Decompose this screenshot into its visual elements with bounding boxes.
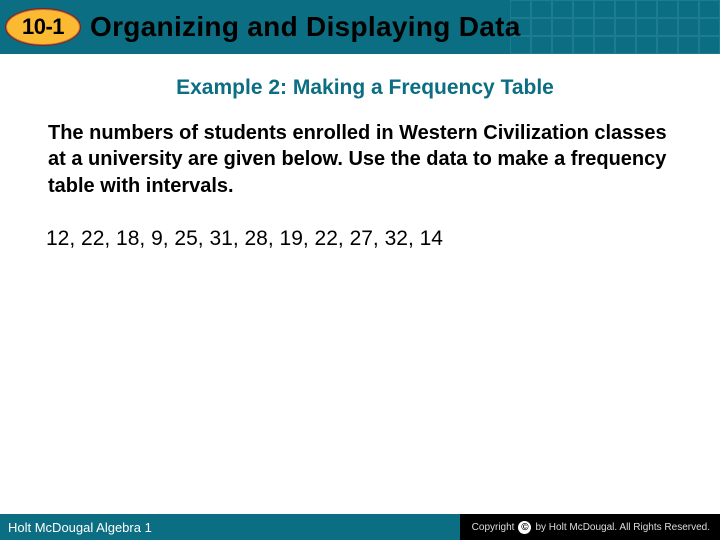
content-area: Example 2: Making a Frequency Table The …	[0, 54, 720, 251]
footer-copyright: Copyright © by Holt McDougal. All Rights…	[460, 514, 720, 540]
copyright-icon: ©	[518, 521, 531, 534]
header-bar: 10-1 Organizing and Displaying Data	[0, 0, 720, 54]
footer-book-title: Holt McDougal Algebra 1	[0, 520, 152, 535]
example-heading: Example 2: Making a Frequency Table	[44, 76, 686, 100]
footer-bar: Holt McDougal Algebra 1 Copyright © by H…	[0, 514, 720, 540]
header-grid-decoration	[510, 0, 720, 54]
lesson-badge: 10-1	[4, 7, 82, 47]
lesson-number: 10-1	[22, 14, 64, 40]
data-values: 12, 22, 18, 9, 25, 31, 28, 19, 22, 27, 3…	[44, 227, 686, 251]
lesson-title: Organizing and Displaying Data	[90, 11, 521, 43]
copyright-text: by Holt McDougal. All Rights Reserved.	[535, 522, 710, 533]
copyright-label: Copyright	[472, 522, 515, 533]
problem-text: The numbers of students enrolled in West…	[44, 120, 686, 199]
